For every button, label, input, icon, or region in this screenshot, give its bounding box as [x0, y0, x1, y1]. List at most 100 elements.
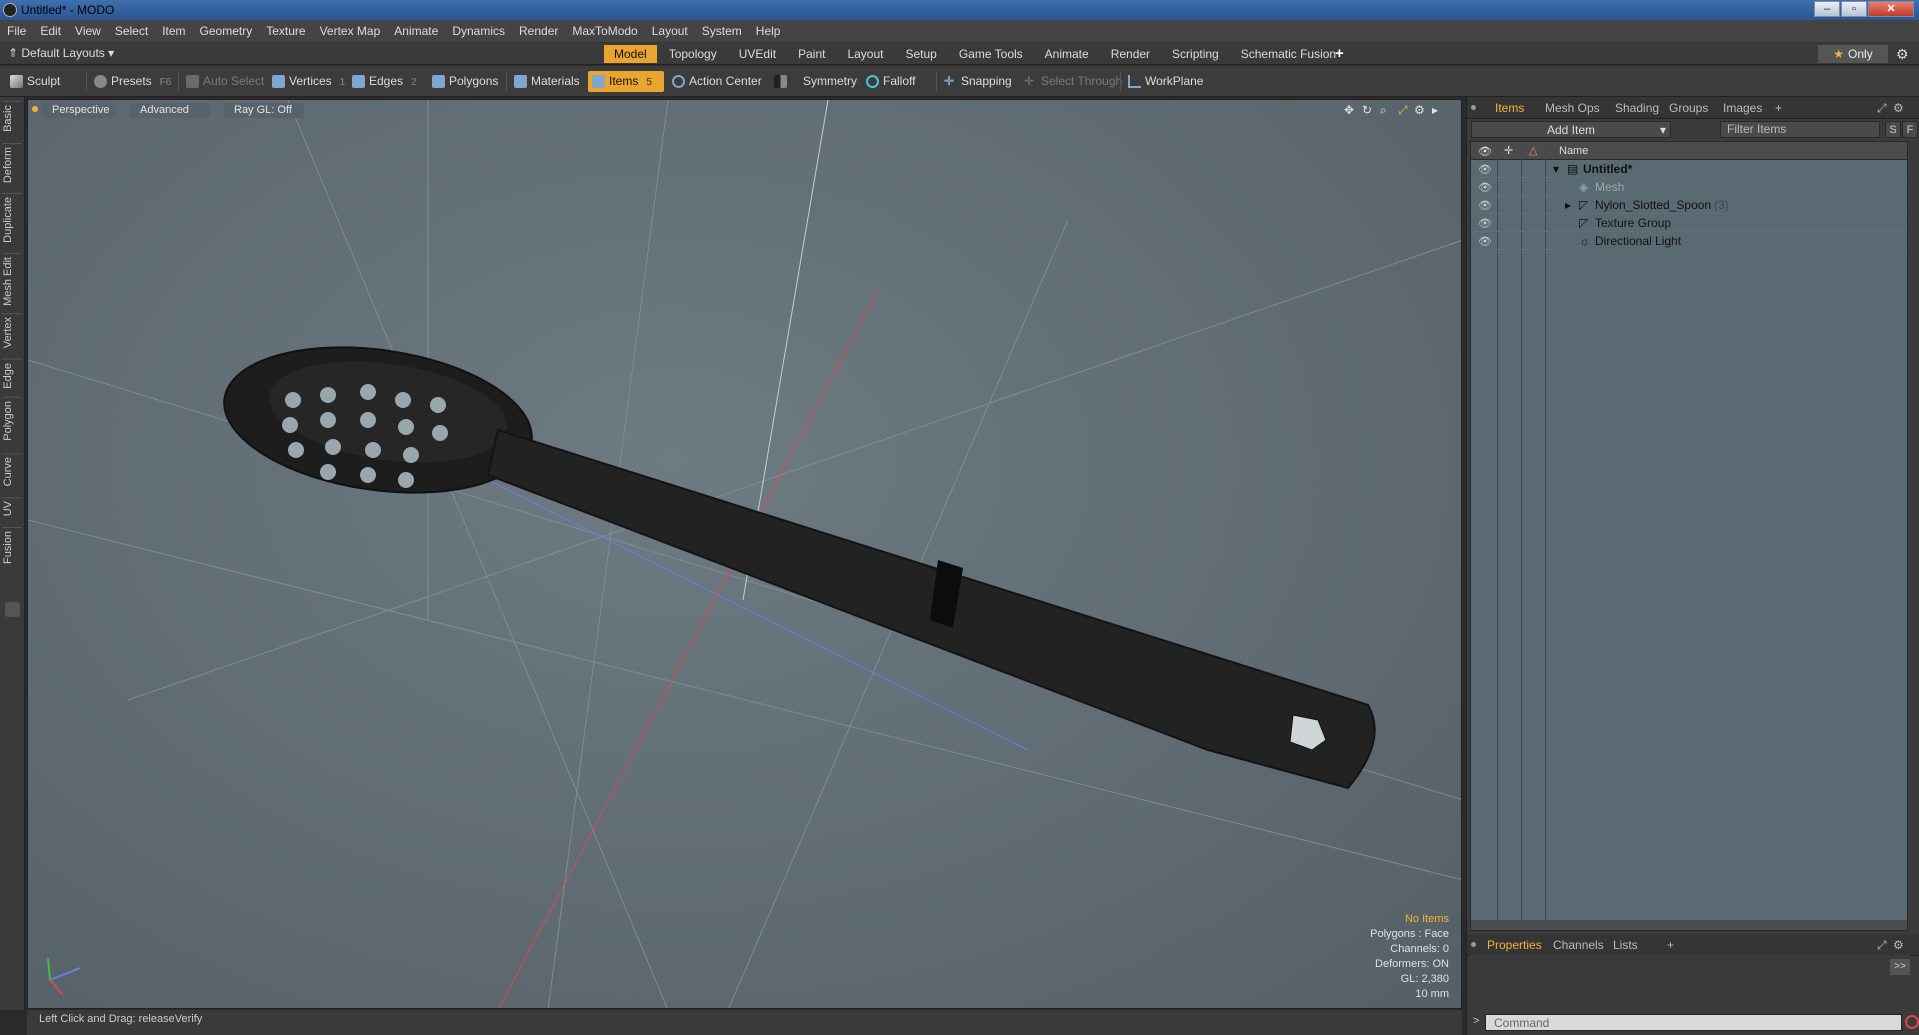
menu-geometry[interactable]: Geometry — [193, 20, 260, 43]
menu-edit[interactable]: Edit — [33, 20, 68, 43]
command-input[interactable]: Command — [1485, 1014, 1902, 1031]
lock-column-icon[interactable]: ✛ — [1504, 144, 1513, 157]
vtab-basic[interactable]: Basic — [2, 101, 22, 135]
tree-row-untitled[interactable]: 👁 ▾ ▤ Untitled* — [1471, 160, 1907, 178]
tab-images[interactable]: Images — [1723, 101, 1762, 115]
expand-button[interactable]: >> — [1890, 959, 1910, 975]
menu-dynamics[interactable]: Dynamics — [445, 20, 512, 43]
rotate-view-icon[interactable]: ↻ — [1362, 103, 1372, 117]
tab-lists[interactable]: Lists — [1613, 938, 1638, 952]
vtab-duplicate[interactable]: Duplicate — [2, 193, 22, 246]
panel-expand-icon[interactable]: ⤢ — [1877, 938, 1887, 953]
menu-maxtomodo[interactable]: MaxToModo — [565, 20, 644, 43]
perspective-button[interactable]: Perspective — [42, 103, 116, 118]
viewport-gear-icon[interactable]: ⚙ — [1414, 103, 1425, 117]
maximize-button[interactable]: ▫ — [1841, 1, 1867, 17]
add-panel-tab-button[interactable]: + — [1775, 101, 1782, 115]
panel-gear-icon[interactable]: ⚙ — [1893, 101, 1904, 115]
panel-expand-icon[interactable]: ⤢ — [1877, 101, 1887, 116]
s-button[interactable]: S — [1885, 121, 1901, 138]
zoom-view-icon[interactable]: ⌕ — [1380, 103, 1387, 118]
workplane-button[interactable]: WorkPlane — [1124, 71, 1209, 92]
viewport-arrow-icon[interactable]: ▸ — [1432, 103, 1438, 117]
tab-topology[interactable]: Topology — [658, 45, 727, 63]
menu-layout[interactable]: Layout — [645, 20, 695, 43]
tab-schematic-fusion[interactable]: Schematic Fusion — [1230, 45, 1347, 63]
panel-menu-icon[interactable] — [1471, 105, 1476, 110]
menu-help[interactable]: Help — [749, 20, 788, 43]
eye-icon[interactable]: 👁 — [1478, 217, 1492, 230]
gear-icon[interactable]: ⚙ — [1896, 46, 1909, 63]
select-through-button[interactable]: ✛ Select Through — [1020, 71, 1128, 92]
auto-select-button[interactable]: Auto Select — [182, 71, 270, 92]
advanced-button[interactable]: Advanced — [130, 103, 210, 118]
add-item-dropdown[interactable]: Add Item ▾ — [1471, 121, 1671, 138]
expand-arrow-icon[interactable]: ▸ — [1565, 198, 1571, 212]
visibility-column-icon[interactable]: 👁 — [1478, 145, 1492, 158]
add-panel-tab-button[interactable]: + — [1667, 938, 1674, 952]
eye-icon[interactable]: 👁 — [1478, 163, 1492, 176]
name-column-header[interactable]: Name — [1559, 145, 1588, 157]
presets-button[interactable]: Presets F6 — [90, 71, 177, 92]
menu-item[interactable]: Item — [155, 20, 192, 43]
vtab-vertex[interactable]: Vertex — [2, 313, 22, 352]
spoon-model[interactable] — [215, 329, 1376, 790]
materials-button[interactable]: Materials — [510, 71, 586, 92]
tab-items[interactable]: Items — [1495, 101, 1524, 115]
3d-viewport[interactable]: Perspective Advanced Ray GL: Off ✥ ↻ ⌕ ⤢… — [27, 99, 1462, 1009]
action-center-button[interactable]: Action Center — [668, 71, 768, 92]
items-button[interactable]: Items 5 — [588, 71, 664, 92]
add-tab-button[interactable]: + — [1335, 45, 1344, 62]
tab-game-tools[interactable]: Game Tools — [948, 45, 1033, 63]
tree-row-texture-group[interactable]: 👁 ◸ Texture Group — [1471, 214, 1907, 232]
move-view-icon[interactable]: ✥ — [1344, 103, 1354, 117]
polygons-button[interactable]: Polygons — [428, 71, 504, 92]
tab-animate[interactable]: Animate — [1034, 45, 1099, 63]
vtab-mesh-edit[interactable]: Mesh Edit — [2, 253, 22, 309]
toggle-panel-icon[interactable] — [5, 602, 20, 617]
tree-row-spoon[interactable]: 👁 ▸ ◸ Nylon_Slotted_Spoon (3) — [1471, 196, 1907, 214]
vertices-button[interactable]: Vertices 1 — [268, 71, 351, 92]
eye-icon[interactable]: 👁 — [1478, 181, 1492, 194]
tab-scripting[interactable]: Scripting — [1162, 45, 1229, 63]
panel-menu-icon[interactable] — [1471, 942, 1476, 947]
sculpt-button[interactable]: Sculpt — [6, 71, 66, 92]
eye-icon[interactable]: 👁 — [1478, 199, 1492, 212]
falloff-button[interactable]: Falloff — [862, 71, 921, 92]
vtab-uv[interactable]: UV — [2, 497, 22, 520]
only-button[interactable]: ★ Only — [1818, 45, 1888, 63]
tab-paint[interactable]: Paint — [788, 45, 836, 63]
tree-scrollbar[interactable] — [1471, 920, 1907, 930]
symmetry-button[interactable]: Symmetry — [770, 71, 863, 92]
raygl-button[interactable]: Ray GL: Off — [224, 103, 304, 118]
vtab-deform[interactable]: Deform — [2, 143, 22, 187]
vtab-polygon[interactable]: Polygon — [2, 397, 22, 444]
tab-shading[interactable]: Shading — [1615, 101, 1659, 115]
menu-system[interactable]: System — [695, 20, 749, 43]
maximize-view-icon[interactable]: ⤢ — [1398, 103, 1408, 118]
close-button[interactable]: ✕ — [1868, 1, 1914, 17]
menu-file[interactable]: File — [0, 20, 33, 43]
tree-row-directional-light[interactable]: 👁 ☼ Directional Light — [1471, 232, 1907, 250]
menu-render[interactable]: Render — [512, 20, 565, 43]
filter-items-input[interactable]: Filter Items — [1720, 121, 1880, 138]
menu-animate[interactable]: Animate — [387, 20, 445, 43]
tab-groups[interactable]: Groups — [1669, 101, 1708, 115]
tab-uvedit[interactable]: UVEdit — [728, 45, 787, 63]
tab-model[interactable]: Model — [604, 45, 657, 63]
panel-gear-icon[interactable]: ⚙ — [1893, 938, 1904, 952]
tab-setup[interactable]: Setup — [895, 45, 947, 63]
record-icon[interactable] — [1905, 1015, 1919, 1029]
menu-texture[interactable]: Texture — [259, 20, 312, 43]
layout-preset-dropdown[interactable]: ⇑ Default Layouts ▾ — [8, 46, 114, 60]
minimize-button[interactable]: – — [1814, 1, 1840, 17]
f-button[interactable]: F — [1902, 121, 1918, 138]
menu-vertex-map[interactable]: Vertex Map — [313, 20, 388, 43]
edges-button[interactable]: Edges 2 — [348, 71, 423, 92]
tree-row-mesh[interactable]: 👁 ◈ Mesh — [1471, 178, 1907, 196]
tab-render[interactable]: Render — [1100, 45, 1161, 63]
eye-icon[interactable]: 👁 — [1478, 235, 1492, 248]
vtab-fusion[interactable]: Fusion — [2, 527, 22, 568]
render-column-icon[interactable]: △ — [1529, 144, 1537, 157]
vtab-curve[interactable]: Curve — [2, 453, 22, 490]
